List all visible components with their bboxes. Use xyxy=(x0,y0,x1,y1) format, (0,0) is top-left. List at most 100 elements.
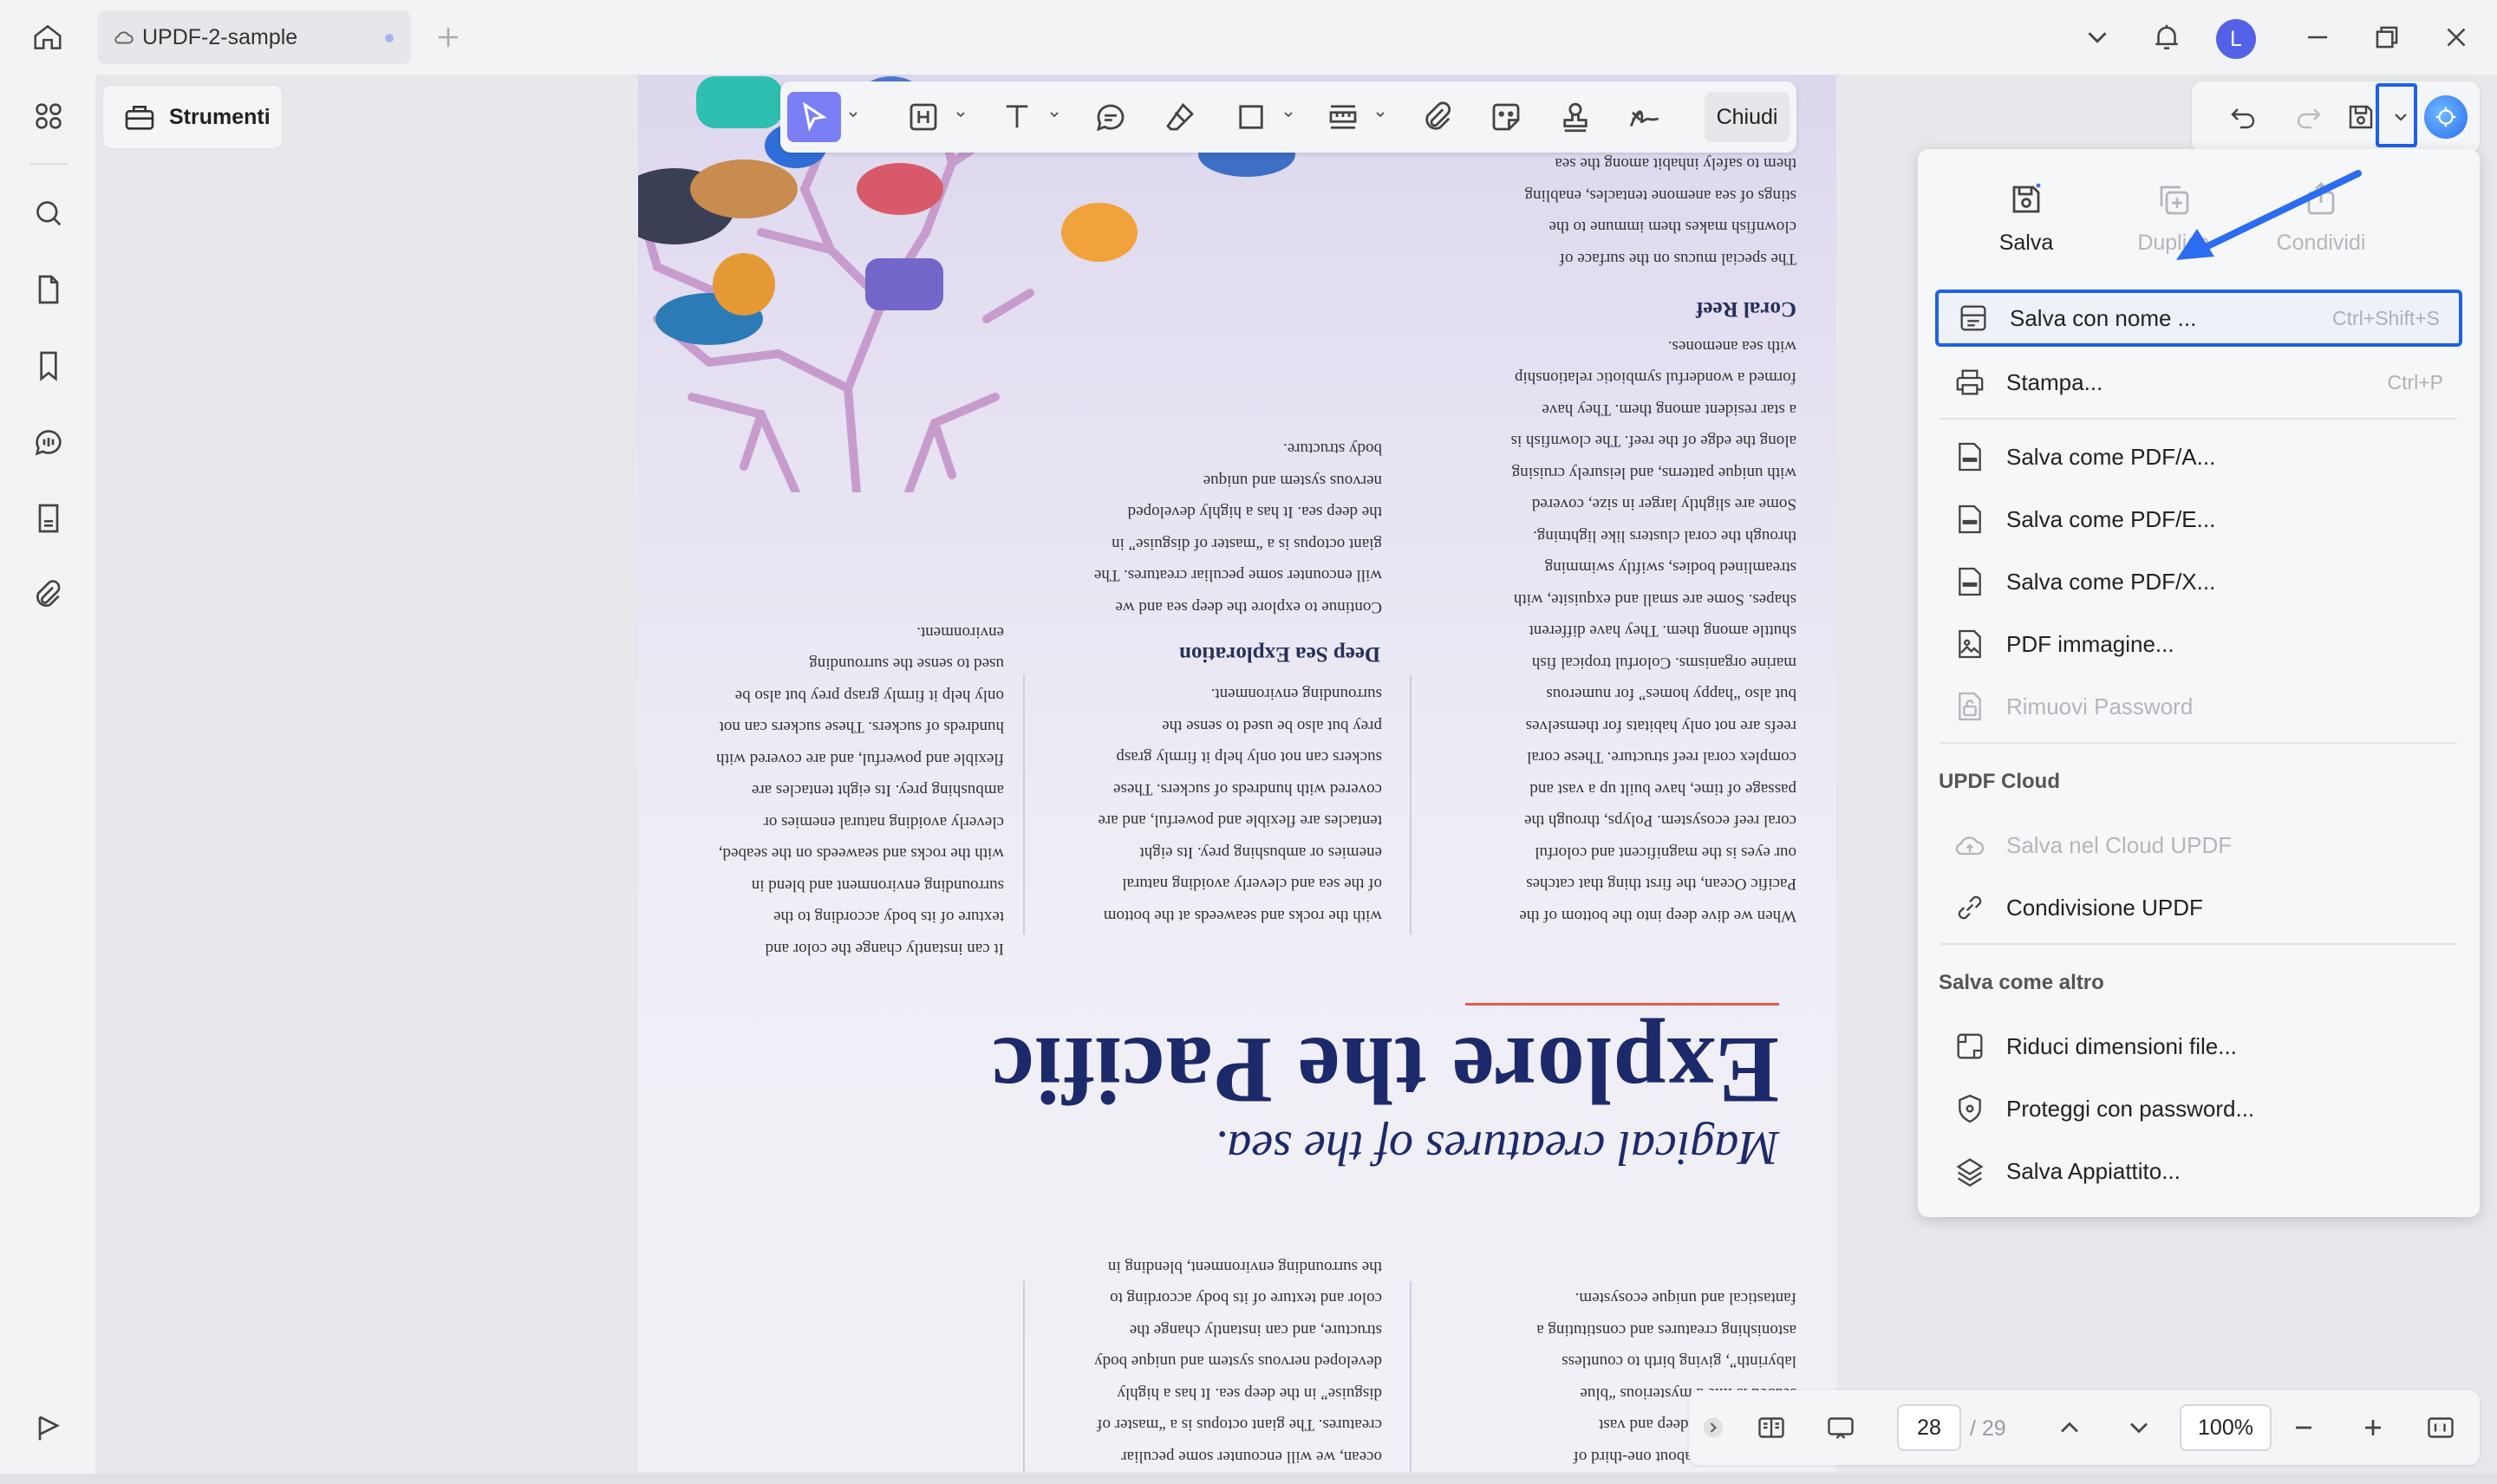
column-divider xyxy=(1410,674,1411,934)
zoom-level-input[interactable]: 100% xyxy=(2180,1404,2272,1451)
menu-item-image-pdf[interactable]: PDF immagine... xyxy=(1935,615,2462,673)
edit-toolbar: Chiudi xyxy=(780,81,1796,153)
text-line: structure, and can instantly change the xyxy=(1129,1321,1382,1339)
bookmark-icon[interactable] xyxy=(26,343,71,388)
text-line: a star resident among them. They have xyxy=(1542,400,1796,419)
close-edit-button[interactable]: Chiudi xyxy=(1705,92,1790,142)
text-line: the surrounding environment, blending in xyxy=(1107,1258,1382,1276)
text-line: Pacific Ocean, the first thing that catc… xyxy=(1526,875,1796,894)
avatar[interactable]: L xyxy=(2216,19,2256,59)
menu-item-save-flattened[interactable]: Salva Appiattito... xyxy=(1935,1142,2462,1200)
attachment-tool-icon[interactable] xyxy=(1413,92,1464,142)
signature-tool-icon[interactable] xyxy=(1620,92,1670,142)
pages-icon[interactable] xyxy=(26,267,71,312)
undo-icon[interactable] xyxy=(2221,95,2265,139)
text-line: body structure. xyxy=(1283,439,1382,459)
chevron-down-icon[interactable] xyxy=(2076,16,2119,59)
close-icon[interactable] xyxy=(2435,16,2478,59)
rectangle-tool-icon[interactable] xyxy=(1226,92,1276,142)
text-line: When we dive deep into the bottom of the xyxy=(1519,907,1796,925)
text-line: enemies or ambushing prey. Its eight xyxy=(1139,843,1382,862)
pdfa-file-icon xyxy=(1959,442,1981,472)
forms-icon[interactable] xyxy=(26,496,71,541)
menu-item-print[interactable]: Stampa... Ctrl+P xyxy=(1935,354,2462,411)
chevron-down-icon[interactable] xyxy=(1281,107,1295,121)
reading-mode-icon[interactable] xyxy=(1750,1406,1793,1449)
text-line: shuttle among them. They have different xyxy=(1529,622,1797,641)
menu-item-label: Salva nel Cloud UPDF xyxy=(2006,831,2233,858)
text-line: color and texture of its body according … xyxy=(1110,1289,1382,1308)
ai-assistant-icon[interactable] xyxy=(2424,95,2468,139)
menu-item-save-pdfa[interactable]: Salva come PDF/A... xyxy=(1935,428,2462,485)
page-title: Explore the Pacific xyxy=(991,1018,1779,1123)
left-sidebar xyxy=(0,75,95,1484)
menu-item-save-as[interactable]: Salva con nome ... Ctrl+Shift+S xyxy=(1935,290,2462,347)
search-icon[interactable] xyxy=(26,191,71,236)
paperclip-icon[interactable] xyxy=(26,572,71,617)
sticker-tool-icon[interactable] xyxy=(1481,92,1531,142)
comment-icon[interactable] xyxy=(26,420,71,465)
zoom-out-icon[interactable] xyxy=(2282,1406,2325,1449)
minimize-icon[interactable] xyxy=(2296,16,2339,59)
menu-item-save-pdfe[interactable]: Salva come PDF/E... xyxy=(1935,491,2462,548)
text-line: marine organisms. Colorful tropical fish xyxy=(1531,654,1796,672)
text-tool-icon[interactable] xyxy=(992,92,1042,142)
tools-button[interactable]: Strumenti xyxy=(102,85,283,149)
document-tab[interactable]: UPDF-2-sample xyxy=(97,10,411,64)
text-line: disguise” in the deep sea. It has a high… xyxy=(1117,1384,1382,1403)
status-strip xyxy=(0,1474,2497,1484)
menu-divider xyxy=(1940,742,2457,744)
comment-tool-icon[interactable] xyxy=(1086,92,1136,142)
chevron-down-icon[interactable] xyxy=(2117,1406,2161,1449)
text-line: only help it firmly grasp prey but also … xyxy=(734,687,1004,705)
redo-icon[interactable] xyxy=(2287,95,2331,139)
chevron-up-icon[interactable] xyxy=(2048,1406,2091,1449)
chevron-down-icon[interactable] xyxy=(954,107,968,121)
chevron-down-icon[interactable] xyxy=(1047,107,1061,121)
menu-divider xyxy=(1940,943,2457,945)
chevron-right-icon[interactable] xyxy=(1696,1406,1731,1449)
text-line: surrounding environment. xyxy=(1210,685,1382,704)
restore-icon[interactable] xyxy=(2365,16,2409,59)
menu-item-protect-password[interactable]: Proteggi con password... xyxy=(1935,1080,2462,1137)
cloud-icon xyxy=(114,31,134,44)
menu-section-cloud: UPDF Cloud xyxy=(1939,770,2060,793)
section-heading: Coral Reef xyxy=(1696,297,1796,321)
menu-save-label: Salva xyxy=(1998,231,2054,255)
column-divider xyxy=(1410,1281,1411,1472)
plus-icon[interactable] xyxy=(427,16,470,59)
save-options-highlight xyxy=(2376,83,2417,147)
menu-item-label: Salva come PDF/A... xyxy=(2006,443,2216,470)
presentation-icon[interactable] xyxy=(1819,1406,1862,1449)
menu-item-reduce-size[interactable]: Riduci dimensioni file... xyxy=(1935,1018,2462,1075)
menu-item-label: Rimuovi Password xyxy=(2006,693,2194,719)
actual-size-icon[interactable] xyxy=(2419,1406,2462,1449)
menu-item-share-updf[interactable]: Condivisione UPDF xyxy=(1935,879,2462,936)
text-line: our eyes is the magnificent and colorful xyxy=(1535,843,1796,862)
page-total: / 29 xyxy=(1970,1416,2006,1441)
text-line: streamlined bodies, swiftly swimming xyxy=(1544,558,1796,577)
zoom-in-icon[interactable] xyxy=(2351,1406,2395,1449)
page-number-input[interactable]: 28 xyxy=(1897,1404,1961,1451)
tools-label: Strumenti xyxy=(169,104,271,129)
text-line: labyrinth”, giving birth to countless xyxy=(1561,1352,1796,1371)
text-line: of the sea and cleverly avoiding natural xyxy=(1122,875,1382,894)
text-line: creatures. The giant octopus is a “maste… xyxy=(1097,1416,1382,1435)
menu-item-save-pdfx[interactable]: Salva come PDF/X... xyxy=(1935,553,2462,610)
text-line: ocean, we will encounter some peculiar xyxy=(1121,1448,1382,1466)
layers-icon[interactable] xyxy=(26,1406,71,1451)
chevron-down-icon[interactable] xyxy=(1373,107,1387,121)
select-tool-icon[interactable] xyxy=(787,92,841,142)
heading-tool-icon[interactable] xyxy=(898,92,949,142)
shortcut-label: Ctrl+Shift+S xyxy=(2332,306,2440,329)
text-line: giant octopus is a “master of disguise” … xyxy=(1112,535,1382,553)
measure-tool-icon[interactable] xyxy=(1318,92,1368,142)
chevron-down-icon[interactable] xyxy=(846,107,860,121)
bell-icon[interactable] xyxy=(2145,16,2188,59)
menu-save[interactable]: Salva xyxy=(1970,179,2083,256)
text-line: will encounter some peculiar creatures. … xyxy=(1093,566,1382,585)
thumbnails-icon[interactable] xyxy=(26,94,71,139)
stamp-tool-icon[interactable] xyxy=(1550,92,1601,142)
eraser-tool-icon[interactable] xyxy=(1155,92,1205,142)
home-icon[interactable] xyxy=(26,16,69,59)
